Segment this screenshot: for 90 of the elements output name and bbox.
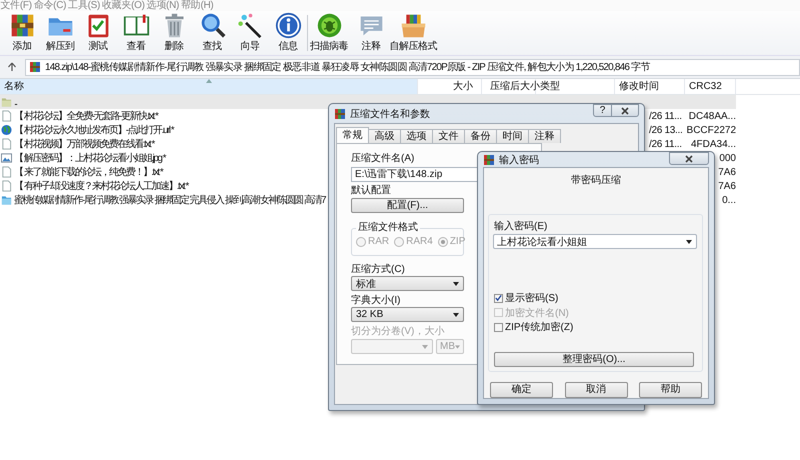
dialog-button[interactable]: 取消 [564, 382, 628, 398]
tab[interactable]: 文件 [432, 129, 465, 143]
file-name: 【 村花论坛】全免费-无套路-更新快.txt * [14, 110, 158, 123]
address-field[interactable]: 148.zip\148-蜜桃传媒剧情新作-尾行调教 强暴实录 捆绑固定 极恶非道 暴狂凌辱 女神陈圆圆 高清720P原版 - ZIP 压缩文件, 解包大小为 1,220,520,846 字节 [25, 58, 800, 76]
tab[interactable]: 常规 [336, 127, 369, 143]
file-name: 【 有种子却没速度？来村花论坛人工加速】.txt * [14, 180, 188, 193]
search-icon [198, 12, 226, 39]
dialog-title: 压缩文件名和参数 [350, 108, 430, 120]
dialog-heading: 带密码压缩 [570, 175, 622, 187]
tab[interactable]: 高级 [368, 129, 401, 143]
caret-icon [686, 240, 692, 244]
crc-value: 7A6 [718, 180, 736, 192]
close-button[interactable] [612, 104, 639, 117]
crc-value: 000 [719, 152, 736, 164]
dropdown[interactable]: 标准 [351, 276, 464, 291]
folder-icon [1, 96, 12, 108]
file-name: 【 村花论坛永久地址发布页】-点此打开.url * [14, 124, 174, 137]
help-button[interactable]: ? [593, 104, 612, 117]
dialog-button[interactable]: 确定 [490, 382, 553, 398]
dropdown[interactable]: 32 KB [351, 307, 464, 322]
field-label: 默认配置 [351, 185, 391, 197]
wand-icon [236, 12, 264, 39]
tab[interactable]: 时间 [496, 129, 529, 143]
toolbar-button[interactable]: 删除 [155, 11, 193, 55]
column-header[interactable]: 修改时间 [615, 79, 685, 94]
archive-icon [29, 61, 41, 73]
toolbar-button[interactable]: 解压到 [41, 11, 79, 55]
toolbar-button[interactable]: 信息 [269, 11, 307, 55]
radio-label: ZIP [450, 236, 466, 247]
file-name: 【 解压密码】：上村花论坛看小姐姐.jpg * [14, 152, 166, 165]
field-label: 字典大小(I) [351, 295, 400, 307]
crc-value: 4FDA34... [690, 138, 736, 150]
field-label: 输入密码(E) [494, 221, 548, 233]
caret-icon [453, 312, 459, 316]
radio-label: RAR [368, 236, 390, 247]
group-title: 压缩文件格式 [356, 222, 420, 234]
folder-icon [1, 194, 12, 206]
caret-icon [422, 344, 428, 348]
toolbar-button[interactable]: 注释 [350, 11, 392, 55]
archive-icon [334, 108, 346, 120]
checkbox[interactable] [494, 322, 503, 332]
field-label: 切分为分卷(V)，大小 [351, 326, 444, 338]
modified-time: /26 11... [649, 110, 682, 122]
globe-icon [1, 124, 12, 136]
dialog-title: 输入密码 [499, 154, 539, 166]
toolbar-button[interactable]: 测试 [79, 11, 117, 55]
box-icon [400, 12, 426, 39]
crc-value: 0... [722, 194, 736, 206]
up-arrow-icon[interactable] [7, 62, 17, 72]
organize-button[interactable]: 整理密码(O)... [494, 352, 694, 366]
modified-time: /26 11... [649, 138, 682, 150]
radio-label: RAR4 [406, 236, 433, 247]
column-header[interactable]: 名称 [0, 79, 418, 94]
file-name: 【 来了就能下载的论坛，纯免费！】.txt * [14, 166, 162, 179]
caret-icon [453, 282, 459, 286]
caret-icon [455, 344, 460, 348]
books-icon [8, 12, 36, 39]
toolbar-button[interactable]: 扫描病毒 [308, 11, 350, 55]
tab[interactable]: 选项 [400, 129, 433, 143]
field-label: 压缩方式(C) [351, 264, 405, 276]
close-icon [685, 154, 693, 162]
password-field[interactable]: 上村花论坛看小姐姐 [493, 234, 697, 249]
profile-button[interactable]: 配置(F)... [351, 198, 464, 213]
toolbar-button[interactable]: 添加 [3, 11, 41, 55]
checkbox-label: 加密文件名(N) [505, 306, 569, 320]
tab[interactable]: 注释 [528, 129, 561, 143]
crc-value: DC48AA... [688, 110, 736, 122]
field-label: 压缩文件名(A) [351, 153, 414, 165]
crc-value: BCCF2272 [686, 124, 736, 136]
dropdown[interactable] [351, 339, 433, 354]
archive-icon [483, 154, 495, 166]
checkbox[interactable] [494, 294, 503, 303]
checkbox-label: ZIP传统加密(Z) [505, 320, 574, 334]
toolbar-button[interactable]: 查找 [193, 11, 231, 55]
column-header[interactable]: 大小 [418, 79, 482, 94]
tab[interactable]: 备份 [464, 129, 497, 143]
file-name: 蜜桃传媒剧情新作-尾行调教 强暴实录 捆绑固定 完具侵入 操到高潮 女神陈圆圆 高清7 [14, 194, 326, 207]
close-button[interactable] [669, 152, 709, 165]
modified-time: /26 13... [649, 124, 682, 136]
toolbar-button[interactable]: 查看 [117, 11, 155, 55]
file-name: .. [14, 96, 17, 108]
dialog-button[interactable]: 帮助 [639, 382, 702, 398]
sort-arrow-icon [206, 79, 212, 83]
close-icon [621, 106, 629, 114]
crc-value: 7A6 [718, 166, 736, 178]
info-icon [274, 12, 302, 39]
checkbox-label: 显示密码(S) [505, 292, 558, 306]
bug-icon [316, 12, 342, 39]
toolbar-button[interactable]: 向导 [231, 11, 269, 55]
file-name: 【 村花视频】万部视频免费在线看.txt * [14, 138, 154, 151]
